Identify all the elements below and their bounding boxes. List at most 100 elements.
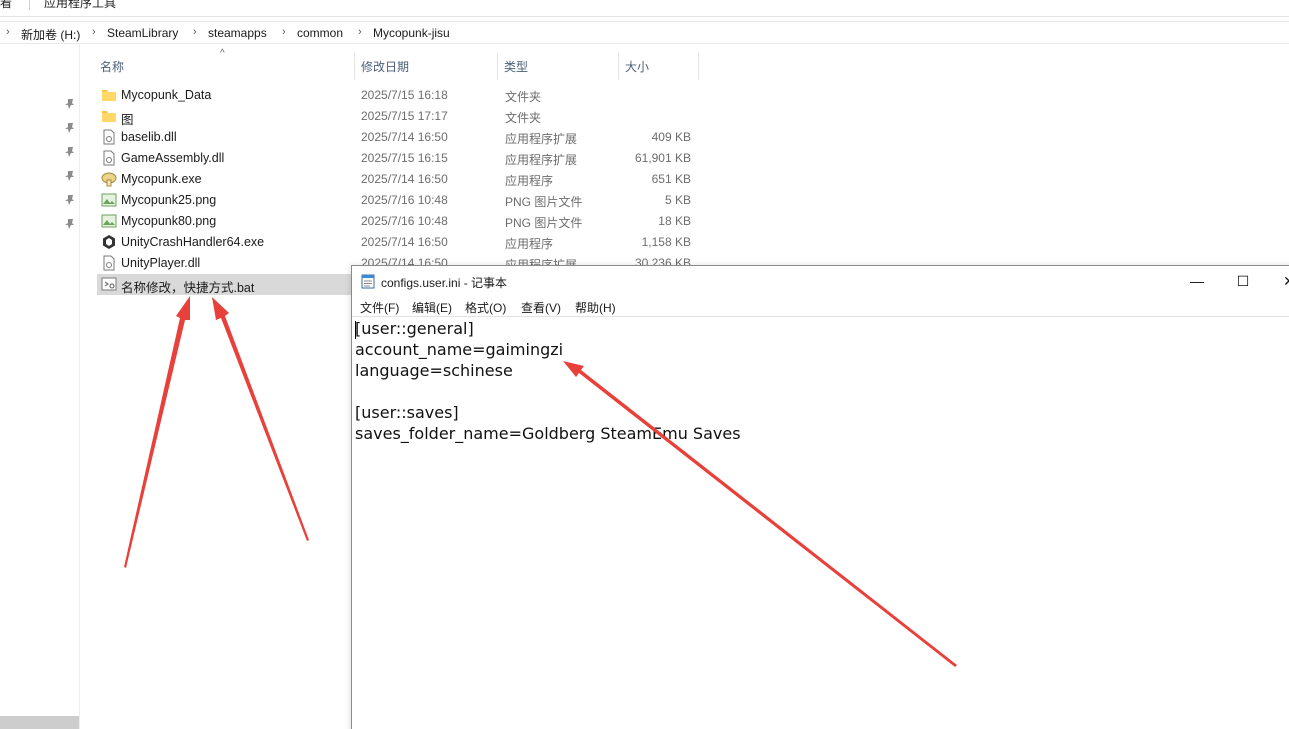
file-size: 18 KB: [658, 214, 691, 228]
address-bar[interactable]: › 新加卷 (H:) › SteamLibrary › steamapps › …: [0, 21, 1289, 44]
screen: 看 应用程序工具 › 新加卷 (H:) › SteamLibrary › ste…: [0, 0, 1289, 729]
breadcrumb-common[interactable]: common: [297, 26, 343, 40]
column-header-name[interactable]: 名称: [100, 58, 124, 75]
file-type: 文件夹: [505, 90, 542, 104]
file-name: GameAssembly.dll: [121, 151, 225, 165]
file-size: 409 KB: [651, 130, 691, 144]
menu-file[interactable]: 文件(F): [360, 299, 399, 316]
sort-ascending-icon: ^: [220, 48, 225, 59]
close-button[interactable]: ✕: [1266, 266, 1289, 296]
file-date: 2025/7/16 10:48: [361, 214, 448, 228]
file-row[interactable]: Mycopunk_Data 2025/7/15 16:18 文件夹: [97, 85, 702, 106]
dll-file-icon: [103, 150, 115, 166]
breadcrumb-separator[interactable]: ›: [6, 26, 10, 38]
column-header-type[interactable]: 类型: [504, 58, 528, 75]
file-type: 应用程序扩展: [505, 132, 578, 146]
file-name: Mycopunk80.png: [121, 214, 217, 228]
ribbon-tab-view[interactable]: 看: [0, 0, 12, 11]
column-divider[interactable]: [698, 53, 699, 80]
horizontal-scrollbar[interactable]: [0, 716, 79, 729]
file-type: 应用程序扩展: [505, 153, 578, 167]
breadcrumb-steamapps[interactable]: steamapps: [208, 26, 267, 40]
column-divider[interactable]: [618, 53, 619, 80]
menu-edit[interactable]: 编辑(E): [412, 299, 452, 316]
file-date: 2025/7/15 16:15: [361, 151, 448, 165]
file-row[interactable]: GameAssembly.dll 2025/7/15 16:15 应用程序扩展 …: [97, 148, 702, 169]
pin-icon[interactable]: [64, 218, 76, 230]
unity-app-icon: [103, 235, 115, 249]
column-header-modified[interactable]: 修改日期: [361, 58, 409, 75]
column-divider[interactable]: [497, 53, 498, 80]
file-type: 文件夹: [505, 111, 542, 125]
breadcrumb-steamlibrary[interactable]: SteamLibrary: [107, 26, 178, 40]
file-type: 应用程序: [505, 237, 554, 251]
breadcrumb-current-folder[interactable]: Mycopunk-jisu: [373, 26, 450, 40]
breadcrumb-separator[interactable]: ›: [282, 26, 286, 38]
breadcrumb-separator[interactable]: ›: [193, 26, 197, 38]
file-name: baselib.dll: [121, 130, 177, 144]
annotation-arrow: [212, 297, 309, 541]
notepad-title: configs.user.ini - 记事本: [381, 276, 508, 290]
png-file-icon: [101, 193, 117, 207]
maximize-button[interactable]: ☐: [1220, 266, 1266, 296]
notepad-text-area[interactable]: [user::general] account_name=gaimingzi l…: [352, 316, 1289, 729]
file-row[interactable]: 图 2025/7/15 17:17 文件夹: [97, 106, 702, 127]
bat-file-icon: [101, 277, 117, 291]
menu-format[interactable]: 格式(O): [465, 299, 506, 316]
folder-icon: [102, 90, 116, 101]
file-row[interactable]: Mycopunk.exe 2025/7/14 16:50 应用程序 651 KB: [97, 169, 702, 190]
text-line: saves_folder_name=Goldberg SteamEmu Save…: [355, 424, 741, 443]
dll-file-icon: [103, 255, 115, 271]
text-line: [user::saves]: [355, 403, 459, 422]
file-type: PNG 图片文件: [505, 195, 583, 209]
file-row[interactable]: Mycopunk80.png 2025/7/16 10:48 PNG 图片文件 …: [97, 211, 702, 232]
breadcrumb-drive[interactable]: 新加卷 (H:): [21, 26, 80, 43]
file-name: Mycopunk.exe: [121, 172, 202, 186]
column-header-size[interactable]: 大小: [625, 58, 649, 75]
text-line: account_name=gaimingzi: [355, 340, 564, 359]
notepad-icon: [361, 274, 375, 289]
notepad-titlebar[interactable]: configs.user.ini - 记事本 — ☐ ✕: [352, 266, 1289, 296]
file-type: PNG 图片文件: [505, 216, 583, 230]
column-header-row: ^ 名称 修改日期 类型 大小: [94, 48, 699, 80]
file-size: 1,158 KB: [641, 235, 691, 249]
annotation-arrow: [124, 296, 190, 568]
file-date: 2025/7/14 16:50: [361, 172, 448, 186]
menu-view[interactable]: 查看(V): [521, 299, 561, 316]
ribbon: 看 应用程序工具: [0, 0, 1289, 17]
file-name: Mycopunk25.png: [121, 193, 217, 207]
file-date: 2025/7/15 16:18: [361, 88, 448, 102]
file-size: 5 KB: [664, 193, 691, 207]
pin-icon[interactable]: [64, 122, 76, 134]
file-date: 2025/7/14 16:50: [361, 130, 448, 144]
file-date: 2025/7/16 10:48: [361, 193, 448, 207]
column-divider[interactable]: [354, 53, 355, 80]
menu-help[interactable]: 帮助(H): [575, 299, 616, 316]
mushroom-app-icon: [101, 172, 117, 187]
ribbon-tab-app-tools[interactable]: 应用程序工具: [44, 0, 116, 11]
ribbon-separator: [29, 0, 30, 10]
text-line: language=schinese: [355, 361, 513, 380]
pin-icon[interactable]: [64, 146, 76, 158]
pin-icon[interactable]: [64, 98, 76, 110]
file-name: 图: [121, 113, 134, 127]
pin-icon[interactable]: [64, 194, 76, 206]
file-type: 应用程序: [505, 174, 554, 188]
minimize-button[interactable]: —: [1174, 266, 1220, 296]
file-row[interactable]: Mycopunk25.png 2025/7/16 10:48 PNG 图片文件 …: [97, 190, 702, 211]
breadcrumb-separator[interactable]: ›: [92, 26, 96, 38]
dll-file-icon: [103, 129, 115, 145]
file-row[interactable]: baselib.dll 2025/7/14 16:50 应用程序扩展 409 K…: [97, 127, 702, 148]
file-name: UnityPlayer.dll: [121, 256, 201, 270]
file-row[interactable]: UnityCrashHandler64.exe 2025/7/14 16:50 …: [97, 232, 702, 253]
file-date: 2025/7/15 17:17: [361, 109, 448, 123]
file-size: 61,901 KB: [634, 151, 691, 165]
file-name: UnityCrashHandler64.exe: [121, 235, 265, 249]
folder-icon: [102, 111, 116, 122]
file-name: Mycopunk_Data: [121, 88, 212, 102]
breadcrumb-separator[interactable]: ›: [358, 26, 362, 38]
file-size: 651 KB: [651, 172, 691, 186]
png-file-icon: [101, 214, 117, 228]
notepad-window: configs.user.ini - 记事本 — ☐ ✕ 文件(F) 编辑(E)…: [351, 265, 1289, 729]
pin-icon[interactable]: [64, 170, 76, 182]
